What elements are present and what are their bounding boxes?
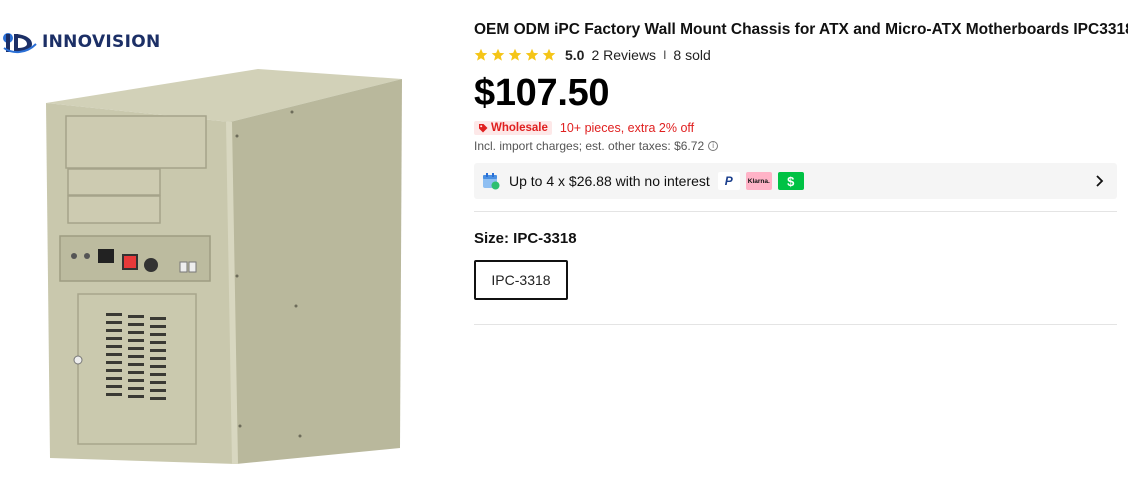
chassis-illustration [46,69,402,464]
wholesale-row: Wholesale 10+ pieces, extra 2% off [474,120,694,136]
star-rating[interactable] [474,48,556,62]
brand-name: INNOVISION [42,32,161,52]
wholesale-badge: Wholesale [474,121,552,135]
size-option-ipc-3318[interactable]: IPC-3318 [474,260,568,300]
tax-note: Incl. import charges; est. other taxes: … [474,139,719,153]
klarna-logo: Klarna. [745,172,772,190]
innovision-logo-icon [2,28,38,56]
tax-note-text: Incl. import charges; est. other taxes: … [474,139,705,153]
star-icon [474,48,488,61]
chevron-right-icon[interactable] [1095,173,1105,189]
rating-row: 5.0 2 Reviews I 8 sold [474,46,711,64]
divider [474,211,1117,212]
star-icon [508,48,522,61]
product-page: INNOVISION OEM ODM iPC Factory Wall Moun… [0,0,1128,481]
rating-score: 5.0 [565,47,585,63]
product-price: $107.50 [474,72,610,114]
info-icon[interactable]: i [708,141,719,151]
rating-separator: I [663,48,667,62]
star-icon [542,48,556,61]
star-icon [491,48,505,61]
sold-count: 8 sold [673,47,711,63]
size-label: Size: IPC-3318 [474,230,577,247]
cashapp-logo: $ [777,172,804,190]
reviews-link[interactable]: 2 Reviews [591,47,656,63]
wholesale-text: 10+ pieces, extra 2% off [559,121,695,135]
calendar-icon [483,173,500,190]
product-title: OEM ODM iPC Factory Wall Mount Chassis f… [474,21,1128,38]
star-icon [525,48,539,61]
installment-text: Up to 4 x $26.88 with no interest [509,173,710,189]
brand-logo: INNOVISION [2,28,161,56]
wholesale-badge-label: Wholesale [491,122,548,134]
product-image[interactable] [40,66,402,471]
tag-icon [479,124,488,133]
product-gallery: INNOVISION [0,0,460,481]
divider [474,324,1117,325]
paypal-logo: P [717,172,740,190]
installment-bar[interactable]: Up to 4 x $26.88 with no interest P Klar… [474,163,1117,199]
